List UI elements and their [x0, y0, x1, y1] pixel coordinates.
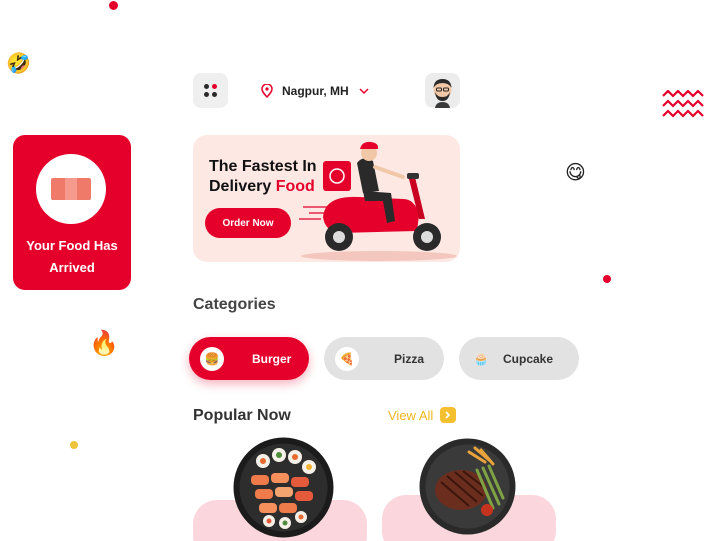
category-pizza[interactable]: 🍕 Pizza	[324, 337, 444, 380]
category-label: Burger	[252, 351, 292, 366]
chevron-down-icon	[359, 87, 369, 94]
dots-grid-icon	[204, 84, 209, 89]
sushi-platter-image	[233, 437, 334, 538]
decor-dot	[603, 275, 611, 283]
cupcake-icon: 🧁	[473, 351, 489, 366]
view-all-button[interactable]: View All	[388, 407, 457, 423]
category-label: Cupcake	[503, 351, 554, 366]
steak-plate-image	[419, 438, 516, 535]
dots-grid-icon-dot	[212, 84, 217, 89]
category-cupcake[interactable]: 🧁 Cupcake	[459, 337, 579, 380]
user-avatar[interactable]	[425, 73, 460, 108]
yum-emoji-icon: 😋	[565, 160, 586, 184]
location-label: Nagpur, MH	[282, 84, 349, 98]
burger-icon: 🍔	[200, 346, 224, 371]
user-avatar-icon	[433, 79, 452, 108]
menu-button[interactable]	[193, 73, 228, 108]
dots-grid-icon-dot	[204, 92, 209, 97]
decor-dot	[70, 441, 78, 449]
dots-grid-icon-dot	[212, 92, 217, 97]
fire-emoji-icon: 🔥	[89, 329, 119, 357]
location-pin-icon	[261, 84, 273, 98]
promo-banner[interactable]: The Fastest In Delivery Food Order Now	[193, 135, 460, 262]
order-now-button[interactable]: Order Now	[205, 208, 291, 238]
category-burger[interactable]: 🍔 Burger	[189, 337, 309, 380]
chevron-right-icon	[440, 407, 457, 423]
notification-icon-circle	[36, 154, 106, 224]
pizza-icon: 🍕	[335, 346, 359, 371]
zigzag-decoration-icon	[662, 90, 704, 118]
laughing-emoji-icon: 🤣	[6, 51, 31, 75]
delivery-scooter-icon	[299, 141, 457, 261]
popular-now-title: Popular Now	[193, 407, 291, 424]
decor-dot	[109, 1, 118, 10]
location-selector[interactable]: Nagpur, MH	[261, 83, 369, 99]
food-arrived-card[interactable]: Your Food Has Arrived	[13, 135, 131, 290]
package-box-icon	[51, 178, 91, 200]
view-all-label: View All	[388, 407, 434, 423]
categories-title: Categories	[193, 296, 276, 313]
category-label: Pizza	[394, 351, 425, 366]
notification-text: Your Food Has Arrived	[26, 238, 118, 275]
banner-title-line2: Delivery	[209, 178, 272, 195]
